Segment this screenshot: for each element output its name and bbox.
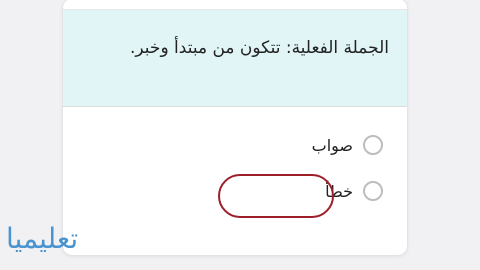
radio-true[interactable] bbox=[363, 135, 383, 155]
option-true[interactable]: صواب bbox=[312, 135, 383, 155]
question-text: الجملة الفعلية: تتكون من مبتدأ وخبر. bbox=[130, 38, 389, 58]
divider bbox=[63, 106, 407, 107]
watermark-logo: تعليميا bbox=[6, 222, 79, 255]
answer-highlight-ring bbox=[218, 174, 334, 218]
option-true-label: صواب bbox=[311, 135, 353, 155]
card-top-strip bbox=[63, 0, 407, 10]
question-box: الجملة الفعلية: تتكون من مبتدأ وخبر. bbox=[63, 10, 407, 106]
radio-false[interactable] bbox=[363, 181, 383, 201]
